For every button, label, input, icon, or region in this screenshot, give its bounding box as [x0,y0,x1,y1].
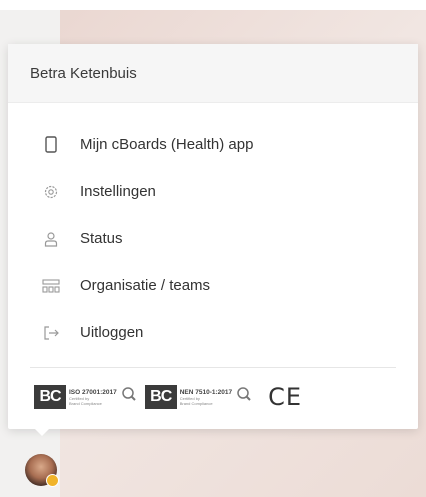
menu-item-label: Uitloggen [80,324,144,341]
certification-standard: NEN 7510-1:2017 [179,388,233,396]
menu-item-status[interactable]: Status [8,215,418,262]
certification-issuer: Brand Compliance [179,400,213,406]
user-icon [42,230,60,248]
certification-seal-icon [234,386,254,408]
logout-icon [42,324,60,342]
certifications-bar: BC ISO 27001:2017 Certified by Brand Com… [34,377,396,417]
menu-item-logout[interactable]: Uitloggen [8,309,418,356]
menu-divider [30,367,396,368]
menu-item-organization[interactable]: Organisatie / teams [8,262,418,309]
gear-icon [42,183,60,201]
menu-item-label: Mijn cBoards (Health) app [80,136,254,153]
menu-item-app[interactable]: Mijn cBoards (Health) app [8,121,418,168]
dropdown-caret [34,428,50,436]
phone-icon [42,136,60,154]
certification-seal-icon [119,386,139,408]
ce-mark: CE [268,383,303,411]
menu-item-label: Organisatie / teams [80,277,211,294]
certification-iso27001: BC ISO 27001:2017 Certified by Brand Com… [34,385,139,409]
avatar[interactable] [25,454,59,487]
certification-nen7510: BC NEN 7510-1:2017 Certified by Brand Co… [144,385,254,409]
organization-icon [42,277,60,295]
menu-list: Mijn cBoards (Health) app Instellingen S… [8,103,418,356]
user-menu-dropdown: Betra Ketenbuis Mijn cBoards (Health) ap… [8,44,418,429]
certification-issuer: Brand Compliance [69,400,102,406]
bc-logo: BC [34,385,66,409]
bc-logo: BC [144,385,177,409]
menu-item-label: Status [80,230,123,247]
certification-standard: ISO 27001:2017 [69,388,117,396]
user-menu-header: Betra Ketenbuis [8,44,418,103]
background-top-strip [0,0,426,10]
notification-badge-icon [46,474,59,487]
certification-text: ISO 27001:2017 Certified by Brand Compli… [69,385,117,409]
user-name: Betra Ketenbuis [30,64,137,82]
menu-item-settings[interactable]: Instellingen [8,168,418,215]
menu-item-label: Instellingen [80,183,156,200]
certification-text: NEN 7510-1:2017 Certified by Brand Compl… [180,385,232,409]
